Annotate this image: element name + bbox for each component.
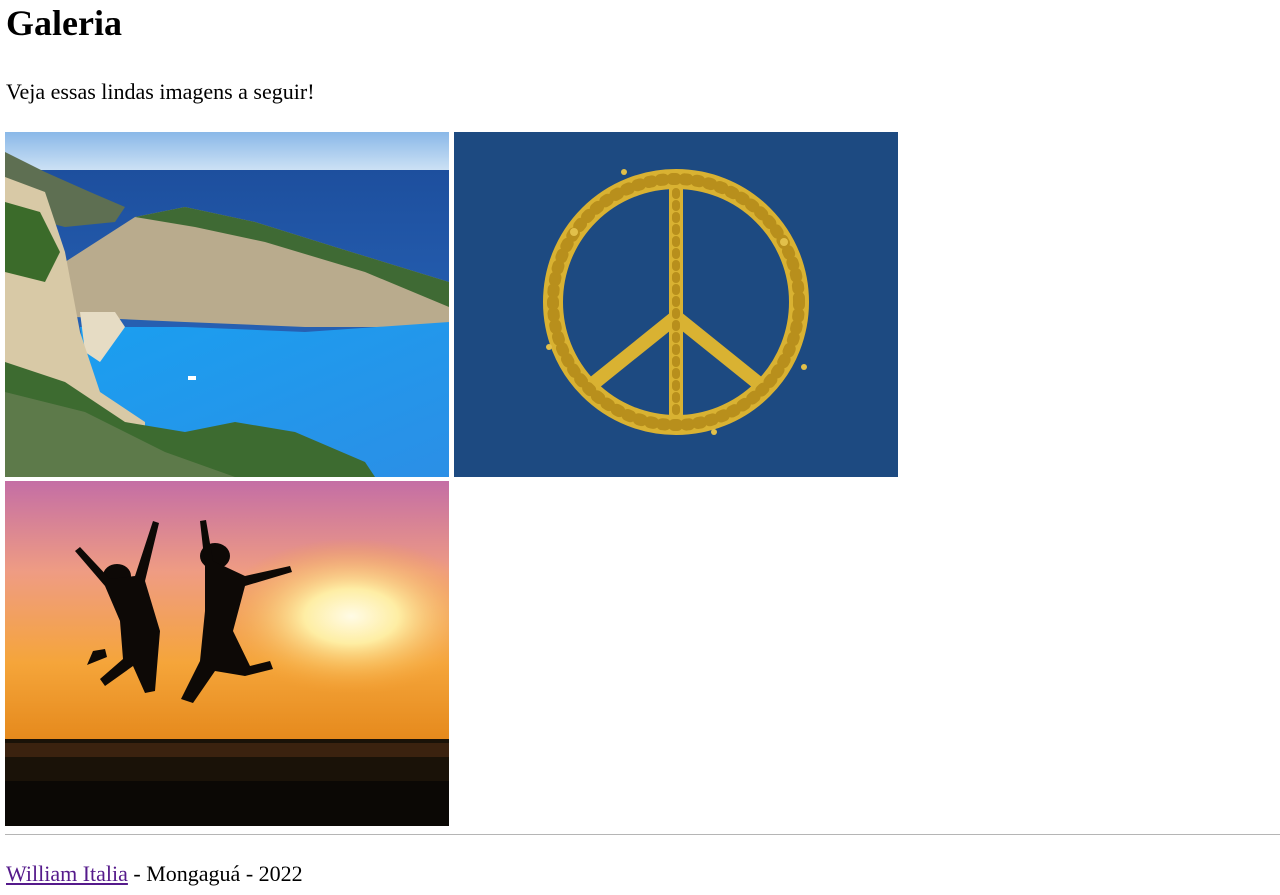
footer: William Italia - Mongaguá - 2022 bbox=[6, 859, 303, 889]
beach-cove-photo bbox=[5, 132, 449, 477]
flower-peace-sign-photo bbox=[454, 132, 898, 477]
footer-text: - Mongaguá - 2022 bbox=[127, 861, 303, 886]
sunset-jumping-silhouettes-photo bbox=[5, 481, 449, 826]
page-title: Galeria bbox=[6, 3, 122, 43]
footer-divider bbox=[5, 834, 1280, 835]
intro-text: Veja essas lindas imagens a seguir! bbox=[6, 79, 315, 104]
author-link[interactable]: William Italia bbox=[6, 861, 128, 886]
